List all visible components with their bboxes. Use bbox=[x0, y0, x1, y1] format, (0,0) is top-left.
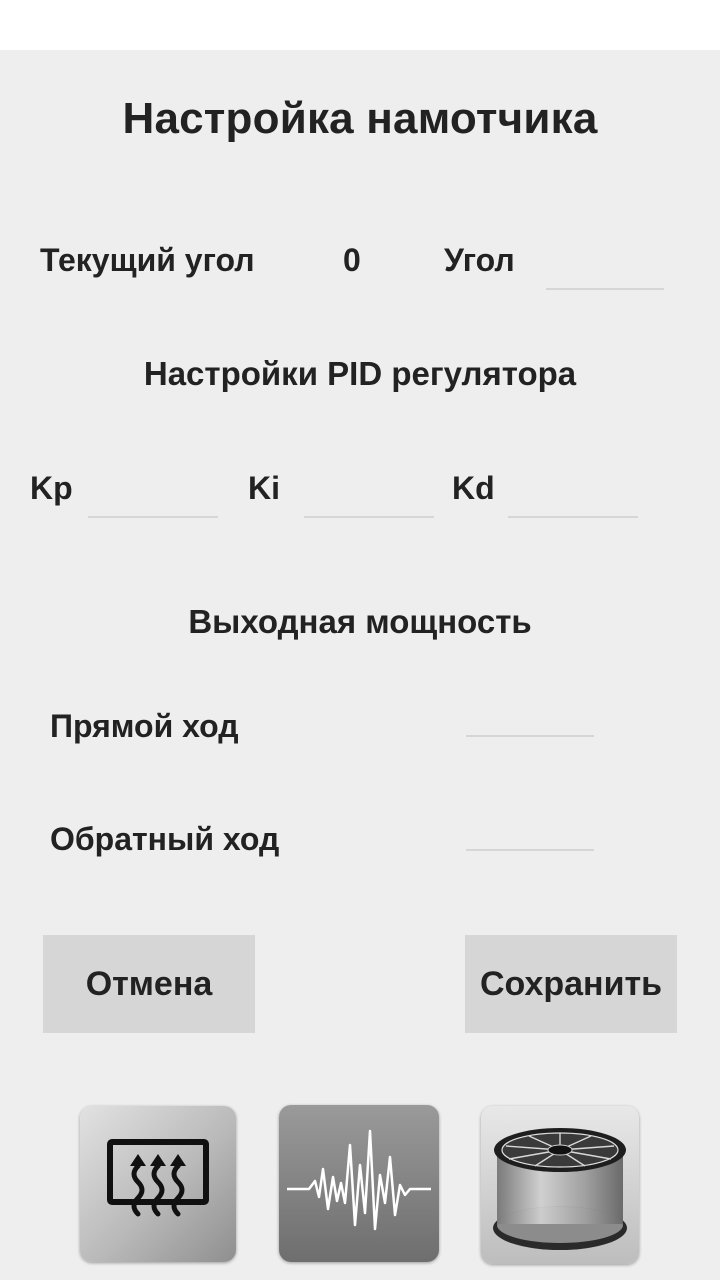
target-angle-input[interactable] bbox=[546, 260, 664, 290]
kd-label: Kd bbox=[452, 470, 495, 506]
ki-input[interactable] bbox=[304, 488, 434, 518]
forward-power-input[interactable] bbox=[466, 707, 594, 737]
save-button[interactable]: Сохранить bbox=[465, 935, 677, 1033]
target-angle-label: Угол bbox=[444, 242, 515, 278]
reverse-label: Обратный ход bbox=[50, 821, 280, 857]
kp-label: Kp bbox=[30, 470, 73, 506]
heater-icon[interactable] bbox=[80, 1106, 236, 1262]
settings-screen: Настройка намотчика Текущий угол 0 Угол … bbox=[0, 50, 720, 1280]
pid-section-title: Настройки PID регулятора bbox=[143, 355, 577, 392]
ki-label: Ki bbox=[248, 470, 280, 506]
page-title: Настройка намотчика bbox=[122, 94, 598, 143]
kp-input[interactable] bbox=[88, 488, 218, 518]
current-angle-label: Текущий угол bbox=[40, 242, 255, 278]
filament-spool-icon[interactable] bbox=[481, 1106, 639, 1264]
reverse-power-input[interactable] bbox=[466, 821, 594, 851]
forward-label: Прямой ход bbox=[50, 708, 239, 744]
filament-spool-icon-graphic bbox=[481, 1106, 639, 1264]
cancel-button[interactable]: Отмена bbox=[43, 935, 255, 1033]
heater-icon-graphic bbox=[80, 1106, 236, 1262]
power-section-title: Выходная мощность bbox=[188, 603, 532, 640]
waveform-icon[interactable] bbox=[279, 1105, 439, 1262]
kd-input[interactable] bbox=[508, 488, 638, 518]
current-angle-value: 0 bbox=[343, 242, 361, 278]
waveform-icon-graphic bbox=[279, 1105, 439, 1262]
